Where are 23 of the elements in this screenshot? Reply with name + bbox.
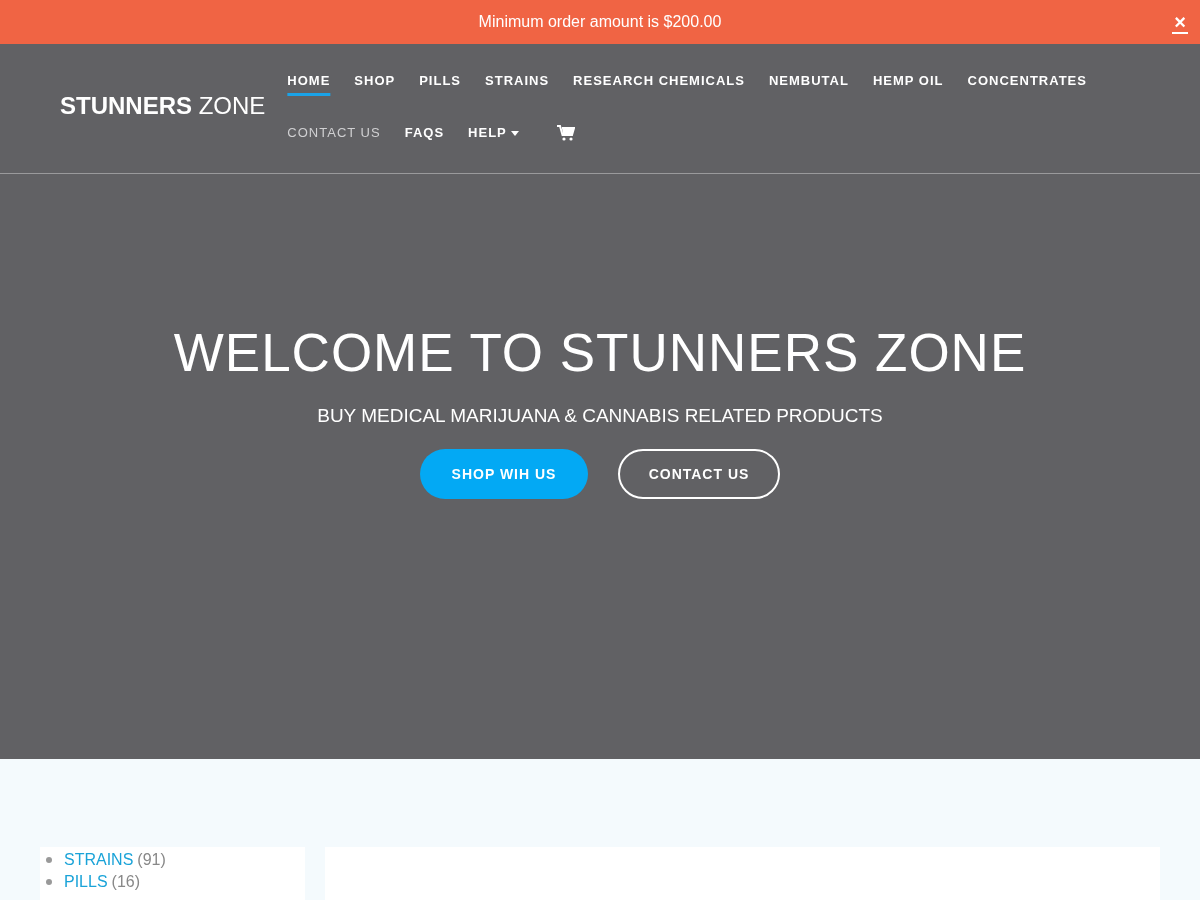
- caret-icon: [510, 131, 519, 136]
- nav-link[interactable]: STRAINS: [485, 70, 550, 122]
- close-button[interactable]: ×: [1172, 12, 1188, 34]
- nav-link[interactable]: HOME: [287, 70, 331, 122]
- notice-text: Minimum order amount is $200.00: [478, 13, 722, 31]
- bullet-icon: [46, 857, 52, 863]
- hero-title: WELCOME TO STUNNERS ZONE: [173, 322, 1027, 383]
- bullet-icon: [46, 879, 52, 885]
- nav-dropdown[interactable]: HELP: [468, 122, 519, 174]
- site-logo[interactable]: STUNNERS ZONE: [60, 92, 266, 120]
- nav-link[interactable]: CONTACT US: [287, 122, 381, 174]
- nav-link[interactable]: RESEARCH CHEMICALS: [573, 70, 745, 122]
- nav-link[interactable]: SHOP: [354, 70, 396, 122]
- category-count: (16): [111, 873, 141, 891]
- nav-link[interactable]: NEMBUTAL: [768, 70, 849, 122]
- contact-button[interactable]: CONTACT US: [618, 449, 780, 499]
- nav-link[interactable]: HEMP OIL: [872, 70, 944, 122]
- hero-subtitle: BUY MEDICAL MARIJUANA & CANNABIS RELATED PRODUCTS: [317, 405, 883, 427]
- nav-link[interactable]: PILLS: [419, 70, 462, 122]
- cart-icon[interactable]: [556, 125, 575, 141]
- nav-link[interactable]: FAQS: [404, 122, 445, 174]
- category-count: (91): [137, 851, 166, 869]
- nav-link[interactable]: CONCENTRATES: [967, 70, 1087, 122]
